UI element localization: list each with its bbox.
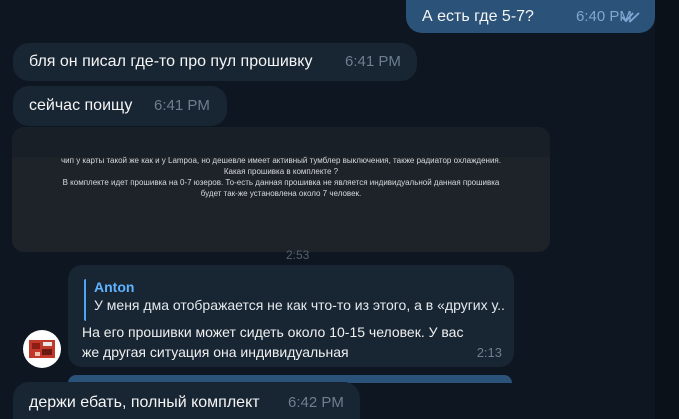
incoming-message[interactable]: сейчас поищу 6:41 PM (13, 86, 227, 126)
image-text-line: чип у карты такой же как и у Lampoa, но … (61, 156, 501, 165)
message-time: 2:13 (476, 345, 502, 360)
image-text: чип у карты такой же как и у Lampoa, но … (12, 155, 550, 199)
image-message[interactable]: чип у карты такой же как и у Lampoa, но … (12, 127, 550, 252)
image-text-line: будет так-же установлена около 7 человек… (200, 189, 362, 198)
image-text-line: В комплекте идет прошивка на 0-7 юзеров.… (62, 178, 500, 187)
message-text: На его прошивки может сидеть около 10-15… (82, 324, 464, 360)
avatar[interactable] (23, 330, 61, 368)
double-check-icon (621, 11, 640, 23)
avatar-image-icon (29, 340, 55, 358)
partial-timestamp: 2:53 (286, 248, 310, 262)
message-text: сейчас поищу (29, 97, 133, 114)
quoted-message[interactable]: Anton У меня дма отображается не как что… (84, 279, 504, 321)
message-time: 6:42 PM (288, 394, 344, 411)
message-text: держи ебать, полный комплект (29, 394, 260, 411)
message-text: А есть где 5-7? (422, 7, 534, 25)
message-time: 6:41 PM (154, 97, 210, 114)
message-time: 6:41 PM (345, 53, 401, 70)
reply-message[interactable]: Anton У меня дма отображается не как что… (68, 265, 514, 367)
quote-author: Anton (94, 279, 135, 295)
message-text: бля он писал где-то про пул прошивку (29, 53, 313, 70)
image-header-strip (12, 127, 550, 157)
chat-scroll-edge (655, 0, 679, 419)
quote-text: У меня дма отображается не как что-то из… (94, 297, 504, 313)
outgoing-message[interactable]: А есть где 5-7? 6:40 PM (406, 0, 655, 33)
incoming-message[interactable]: бля он писал где-то про пул прошивку 6:4… (13, 43, 417, 81)
incoming-message[interactable]: держи ебать, полный комплект 6:42 PM (13, 382, 360, 419)
image-text-line: Какая прошивка в комплекте ? (223, 167, 339, 176)
